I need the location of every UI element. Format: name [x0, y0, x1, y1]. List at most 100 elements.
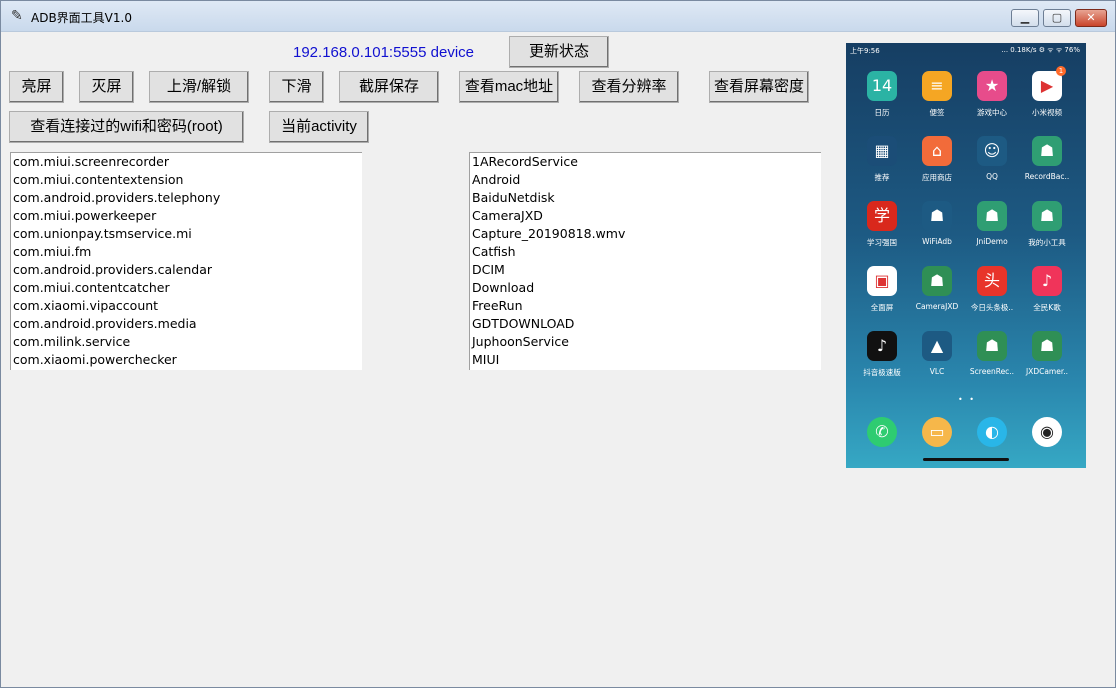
view-mac-button[interactable]: 查看mac地址: [459, 71, 559, 103]
browser-icon: ◐: [977, 417, 1007, 447]
phone-app-label: 小米视频: [1032, 108, 1062, 117]
file-listbox[interactable]: 1ARecordService Android BaiduNetdisk Camera…: [469, 152, 821, 370]
file-list-item[interactable]: JuphoonService: [470, 333, 821, 351]
camera-icon: ◉: [1032, 417, 1062, 447]
title-bar[interactable]: ✎ ADB界面工具V1.0 ▁ ▢ ✕: [1, 1, 1115, 32]
android-icon: ☗: [977, 331, 1007, 361]
package-list-item[interactable]: com.milink.service: [11, 333, 362, 351]
device-status: 192.168.0.101:5555 device: [293, 44, 474, 61]
view-wifi-passwords-button[interactable]: 查看连接过的wifi和密码(root): [9, 111, 244, 143]
phone-app-label: 全民K歌: [1033, 303, 1061, 312]
file-list-item[interactable]: BaiduNetdisk: [470, 189, 821, 207]
phone-app[interactable]: ⌂ 应用商店: [907, 136, 967, 183]
notes-icon: ≡: [922, 71, 952, 101]
file-list-item[interactable]: GDTDOWNLOAD: [470, 315, 821, 333]
package-list-item[interactable]: com.unionpay.tsmservice.mi: [11, 225, 362, 243]
view-resolution-button[interactable]: 查看分辨率: [579, 71, 679, 103]
phone-app[interactable]: ☗ 我的小工具: [1017, 201, 1077, 248]
phone-app[interactable]: 学学习强国: [852, 201, 912, 248]
page-indicator: • •: [958, 395, 976, 404]
calendar-icon: 14: [867, 71, 897, 101]
file-list-item[interactable]: 1ARecordService: [470, 153, 821, 171]
swipe-down-button[interactable]: 下滑: [269, 71, 324, 103]
screenshot-save-button[interactable]: 截屏保存: [339, 71, 439, 103]
phone-app[interactable]: ☗ RecordBac..: [1017, 136, 1077, 181]
notification-badge: 1: [1056, 66, 1066, 76]
android-icon: ☗: [977, 201, 1007, 231]
phone-status-bar: 上午9:56 ... 0.18K/s ⚙ ᯤ ᯤ 76%: [846, 43, 1086, 57]
phone-app[interactable]: ☗ CameraJXD: [907, 266, 967, 311]
android-icon: ☗: [922, 201, 952, 231]
phone-app[interactable]: ♪ 全民K歌: [1017, 266, 1077, 313]
package-list-item[interactable]: com.miui.contentcatcher: [11, 279, 362, 297]
minimize-button[interactable]: ▁: [1011, 9, 1039, 27]
package-list-item[interactable]: com.miui.fm: [11, 243, 362, 261]
screen-off-button[interactable]: 灭屏: [79, 71, 134, 103]
phone-app[interactable]: 头今日头条极..: [962, 266, 1022, 313]
douyin-icon: ♪: [867, 331, 897, 361]
package-list-item[interactable]: com.miui.screenrecorder: [11, 153, 362, 171]
android-icon: ☗: [1032, 136, 1062, 166]
app-window: ✎ ADB界面工具V1.0 ▁ ▢ ✕ 192.168.0.101:5555 d…: [0, 0, 1116, 688]
phone-app[interactable]: ▦ 推荐: [852, 136, 912, 183]
karaoke-icon: ♪: [1032, 266, 1062, 296]
phone-app-label: WiFiAdb: [922, 237, 952, 246]
home-indicator: [923, 458, 1009, 461]
android-icon: ☗: [1032, 331, 1062, 361]
file-list-item[interactable]: DCIM: [470, 261, 821, 279]
file-list-item[interactable]: FreeRun: [470, 297, 821, 315]
phone-status-indicators: ... 0.18K/s ⚙ ᯤ ᯤ 76%: [1001, 46, 1080, 54]
client-area: 192.168.0.101:5555 device 更新状态 亮屏 灭屏 上滑/…: [6, 32, 1110, 682]
messages-icon: ▭: [922, 417, 952, 447]
refresh-status-button[interactable]: 更新状态: [509, 36, 609, 68]
file-list-item[interactable]: Download: [470, 279, 821, 297]
phone-app[interactable]: ☺ QQ: [962, 136, 1022, 181]
maximize-button[interactable]: ▢: [1043, 9, 1071, 27]
package-listbox[interactable]: com.miui.screenrecorder com.miui.contente…: [10, 152, 362, 370]
package-list-item[interactable]: com.android.providers.media: [11, 315, 362, 333]
current-activity-button[interactable]: 当前activity: [269, 111, 369, 143]
phone-app-label: JniDemo: [976, 237, 1008, 246]
android-icon: ☗: [922, 266, 952, 296]
phone-app[interactable]: ▲ VLC: [907, 331, 967, 376]
xuexi-icon: 学: [867, 201, 897, 231]
screen-on-button[interactable]: 亮屏: [9, 71, 64, 103]
phone-app[interactable]: ▣ 全面屏: [852, 266, 912, 313]
file-list-item[interactable]: CameraJXD: [470, 207, 821, 225]
package-list-item[interactable]: com.android.providers.telephony: [11, 189, 362, 207]
package-list-item[interactable]: com.android.providers.calendar: [11, 261, 362, 279]
file-list-item[interactable]: Catfish: [470, 243, 821, 261]
phone-app[interactable]: ♪ 抖音极速版: [852, 331, 912, 378]
phone-app[interactable]: ★ 游戏中心: [962, 71, 1022, 118]
phone-app[interactable]: ☗ ScreenRec..: [962, 331, 1022, 376]
file-list-item[interactable]: Capture_20190818.wmv: [470, 225, 821, 243]
phone-app-label: VLC: [929, 367, 945, 376]
view-density-button[interactable]: 查看屏幕密度: [709, 71, 809, 103]
dock-app[interactable]: ◉: [1017, 417, 1077, 447]
phone-app[interactable]: ▶ 1 小米视频: [1017, 66, 1077, 118]
file-list-item[interactable]: MIUI: [470, 351, 821, 369]
dock-app[interactable]: ▭: [907, 417, 967, 447]
phone-app-label: 抖音极速版: [863, 368, 901, 377]
android-icon: ☗: [1032, 201, 1062, 231]
device-state: device: [430, 44, 474, 61]
phone-app[interactable]: ≡ 便签: [907, 71, 967, 118]
phone-app-label: 推荐: [874, 173, 890, 182]
phone-app-label: 日历: [874, 108, 890, 117]
file-list-item[interactable]: Android: [470, 171, 821, 189]
phone-app[interactable]: 14 日历: [852, 71, 912, 118]
package-list-item[interactable]: com.miui.contentextension: [11, 171, 362, 189]
swipe-up-unlock-button[interactable]: 上滑/解锁: [149, 71, 249, 103]
package-list-item[interactable]: com.xiaomi.vipaccount: [11, 297, 362, 315]
phone-app[interactable]: ☗ JXDCamer..: [1017, 331, 1077, 376]
package-list-item[interactable]: com.xiaomi.powerchecker: [11, 351, 362, 369]
dock-app[interactable]: ◐: [962, 417, 1022, 447]
phone-app-label: 我的小工具: [1028, 238, 1066, 247]
close-button[interactable]: ✕: [1075, 9, 1107, 27]
package-list-item[interactable]: com.miui.powerkeeper: [11, 207, 362, 225]
phone-screen-mirror[interactable]: 上午9:56 ... 0.18K/s ⚙ ᯤ ᯤ 76% 14 日历 ≡ 便签 ★ 游戏中…: [846, 43, 1086, 468]
phone-app-label: 应用商店: [922, 173, 952, 182]
phone-app[interactable]: ☗ JniDemo: [962, 201, 1022, 246]
dock-app[interactable]: ✆: [852, 417, 912, 447]
phone-app[interactable]: ☗ WiFiAdb: [907, 201, 967, 246]
